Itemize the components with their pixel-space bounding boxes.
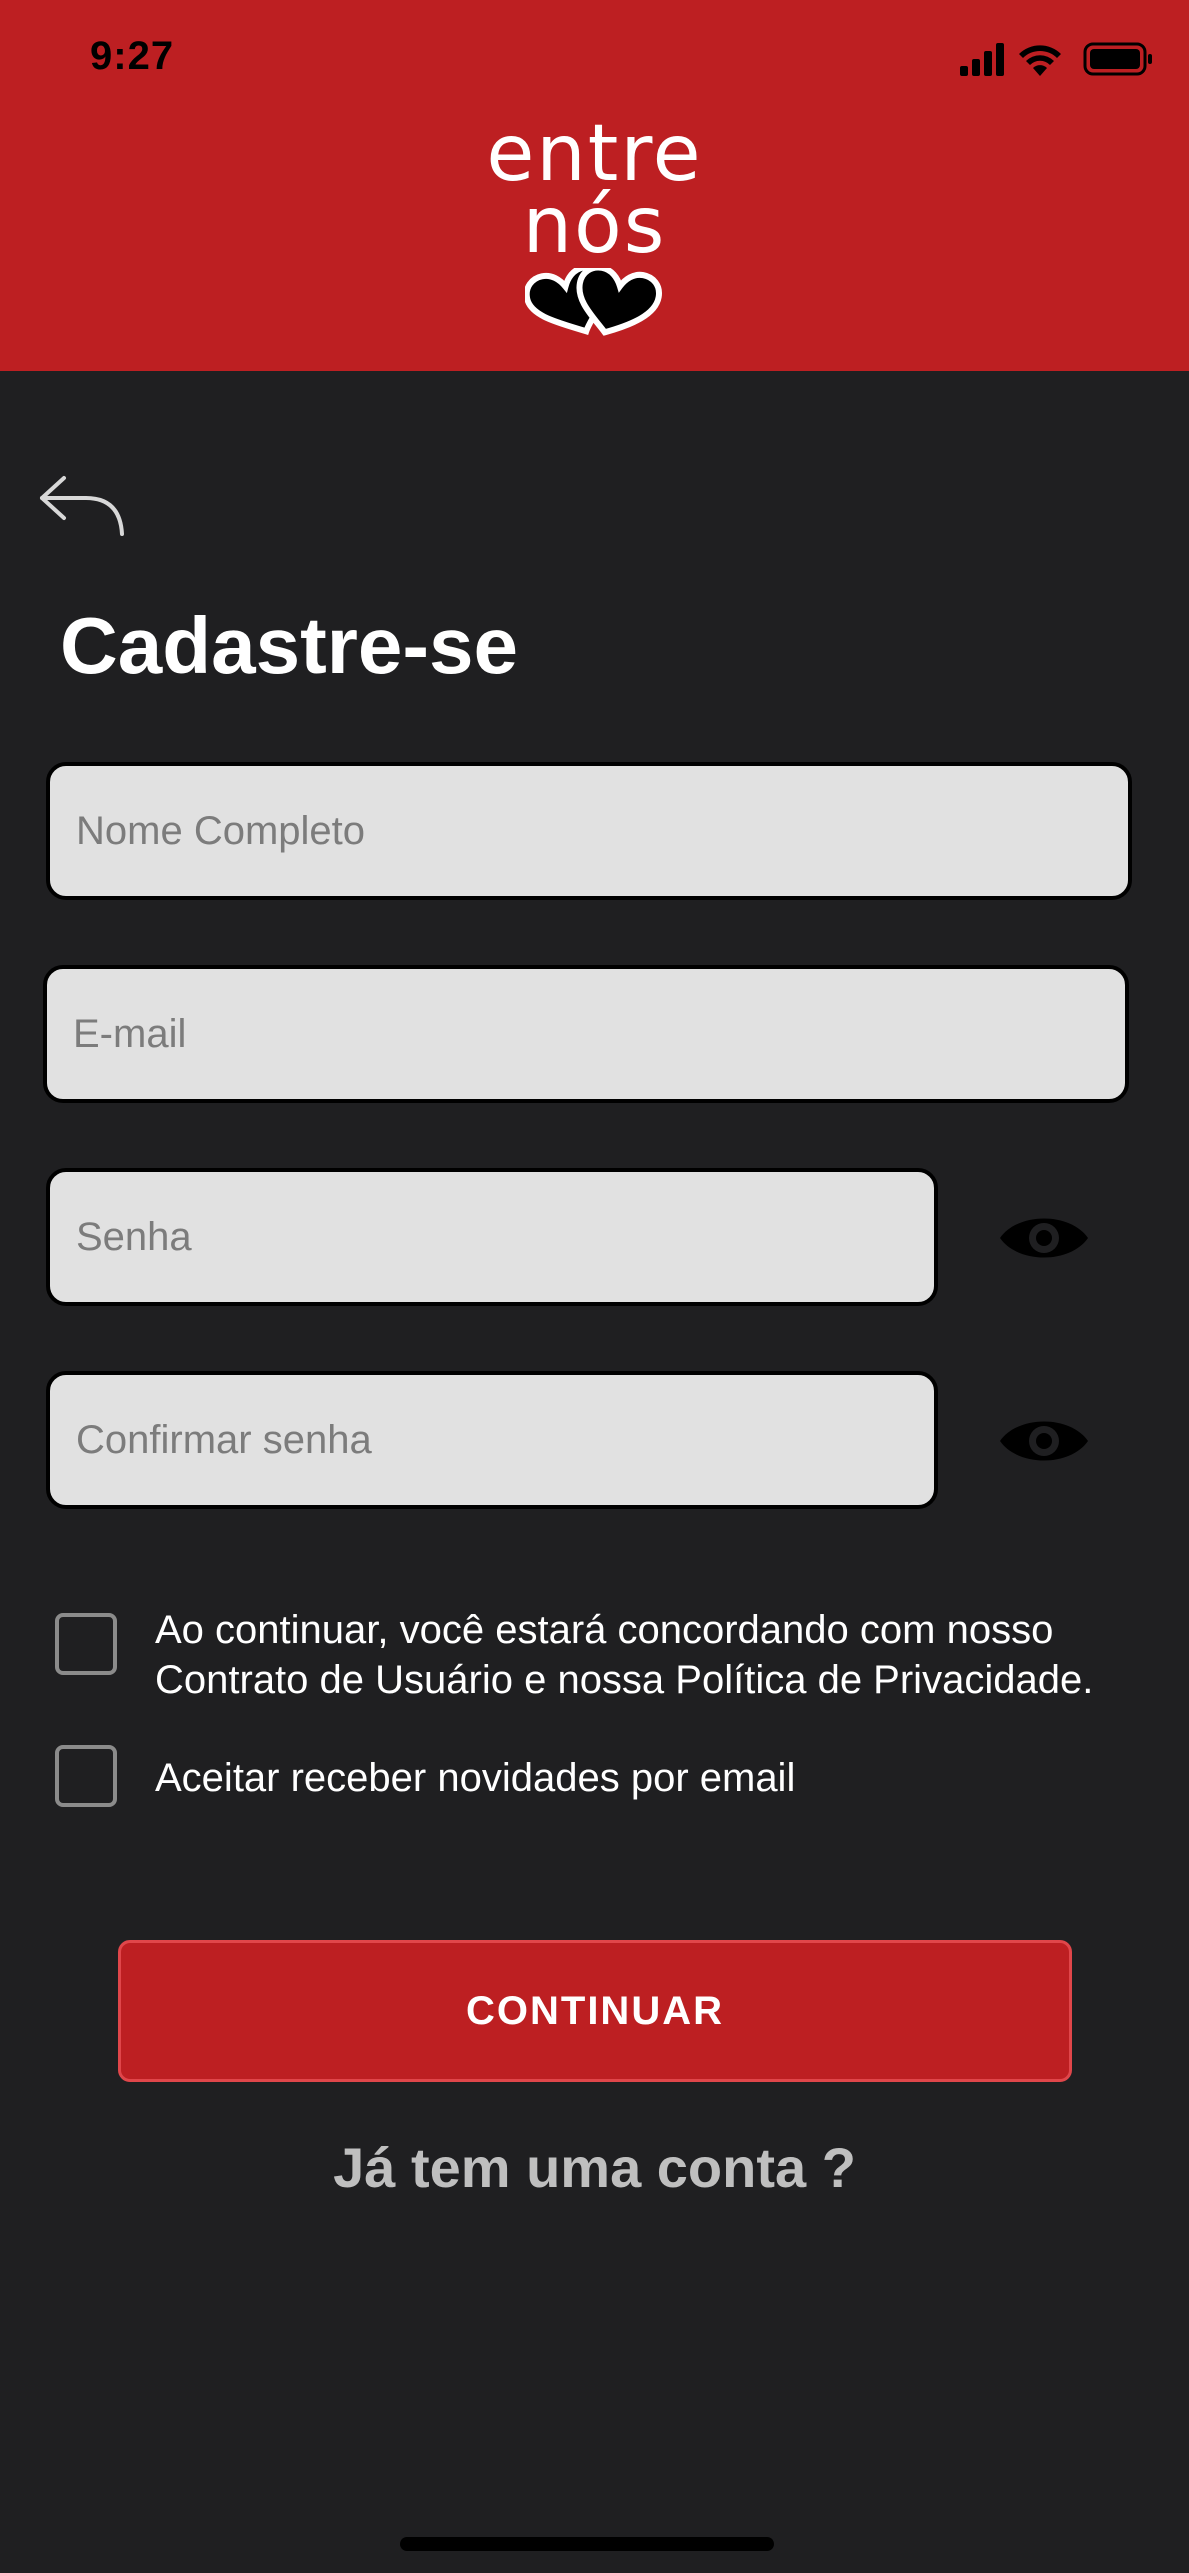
password-input[interactable]: [76, 1214, 934, 1260]
terms-checkbox-row: Ao continuar, você estará concordando co…: [55, 1608, 1093, 1705]
newsletter-checkbox[interactable]: [55, 1745, 117, 1807]
terms-checkbox[interactable]: [55, 1613, 117, 1675]
status-time: 9:27: [90, 34, 175, 78]
password-field[interactable]: [46, 1168, 938, 1306]
show-confirm-password-eye-icon[interactable]: [998, 1411, 1090, 1471]
continue-button[interactable]: CONTINUAR: [118, 1940, 1072, 2082]
battery-icon: [1083, 42, 1152, 76]
show-password-eye-icon[interactable]: [998, 1208, 1090, 1268]
terms-label: Ao continuar, você estará concordando co…: [155, 1605, 1093, 1705]
signup-screen: 9:27 entre nós Cadastre-se Nome Completo…: [0, 0, 1189, 2573]
back-arrow-icon[interactable]: [38, 468, 128, 538]
logo-line1: entre: [486, 109, 703, 199]
full-name-input[interactable]: [76, 808, 1128, 854]
terms-label-line1: Ao continuar, você estará concordando co…: [155, 1608, 1054, 1652]
hearts-icon: [525, 268, 662, 336]
home-indicator: [400, 2537, 774, 2551]
terms-label-line2: Contrato de Usuário e nossa Política de …: [155, 1658, 1094, 1702]
confirm-password-field[interactable]: [46, 1371, 938, 1509]
status-icons: [960, 42, 1152, 76]
wifi-icon: [1019, 45, 1061, 76]
confirm-password-input[interactable]: [76, 1417, 934, 1463]
login-link[interactable]: Já tem uma conta ?: [0, 2135, 1189, 2200]
newsletter-label: Aceitar receber novidades por email: [155, 1756, 796, 1800]
email-field[interactable]: [43, 965, 1129, 1103]
full-name-field[interactable]: [46, 762, 1132, 900]
page-title: Cadastre-se: [60, 601, 519, 690]
logo-line2: nós: [522, 181, 667, 271]
signal-icon: [960, 43, 1004, 76]
entre-nos-logo: entre nós: [0, 109, 1189, 271]
email-input[interactable]: [73, 1011, 1125, 1057]
newsletter-checkbox-row: Aceitar receber novidades por email: [55, 1745, 795, 1807]
app-header: 9:27 entre nós: [0, 0, 1189, 371]
